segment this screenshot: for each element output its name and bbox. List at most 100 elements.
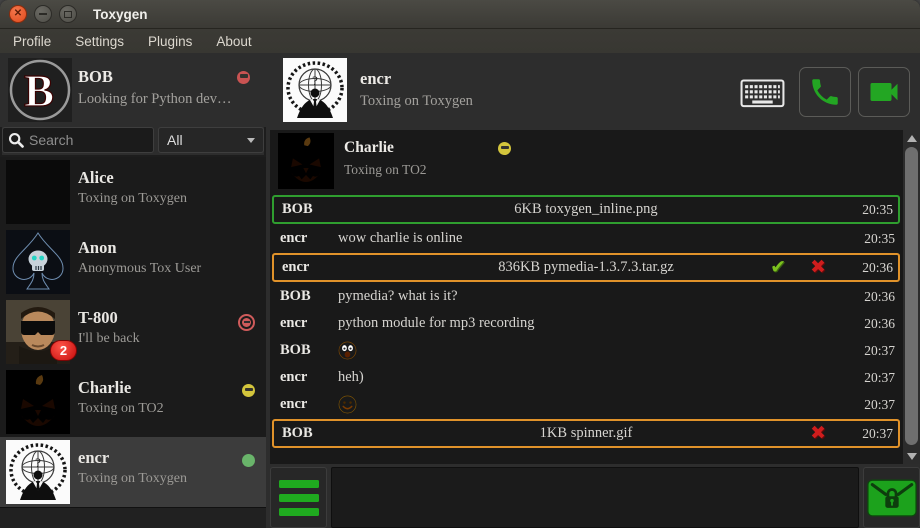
conversation-peer-avatar — [278, 133, 334, 189]
chat-message: encr wow charlie is online 20:35 — [272, 225, 900, 252]
chat-message: encr 20:37 — [272, 391, 900, 418]
unread-count-badge: 2 — [50, 340, 77, 361]
message-time: 20:37 — [852, 343, 900, 359]
self-name: BOB — [78, 67, 113, 87]
svg-text:A: A — [15, 160, 61, 224]
peer-status-message: Toxing on Toxygen — [360, 93, 473, 110]
search-box[interactable] — [2, 127, 154, 153]
keyboard-icon[interactable] — [740, 79, 785, 107]
self-avatar[interactable]: B — [8, 58, 72, 122]
menu-profile[interactable]: Profile — [13, 34, 51, 49]
contact-avatar: A — [6, 160, 70, 224]
file-transfer-message: BOB 1KB spinner.gif ✖ 20:37 — [272, 419, 900, 448]
message-text: heh) — [338, 369, 852, 386]
conversation-peer-status-icon — [498, 142, 511, 155]
composer — [270, 467, 920, 528]
chat-message: BOB 20:37 — [272, 337, 900, 364]
message-sender: BOB — [272, 342, 338, 359]
contact-avatar — [6, 370, 70, 434]
scroll-down-arrow[interactable] — [903, 449, 920, 463]
message-input[interactable] — [331, 467, 859, 528]
contact-status-message: Anonymous Tox User — [78, 261, 201, 277]
message-time: 20:37 — [850, 426, 898, 442]
contact-avatar: ? — [6, 440, 70, 504]
emoji-scared-face — [338, 341, 852, 360]
contact-list-item-t-800[interactable]: T-800 I'll be back 2 — [0, 297, 266, 367]
contact-name: encr — [78, 448, 109, 468]
search-input[interactable] — [29, 132, 148, 148]
encrypted-send-icon — [867, 479, 917, 517]
minimize-button[interactable] — [34, 5, 52, 23]
accept-file-button[interactable]: ✔ — [770, 258, 786, 277]
contact-name: Anon — [78, 238, 117, 258]
message-list: BOB 6KB toxygen_inline.png 20:35 encr wo… — [272, 194, 900, 449]
sidebar-bottom — [0, 507, 266, 528]
contact-status-icon — [238, 314, 255, 331]
maximize-button[interactable] — [59, 5, 77, 23]
message-time: 20:35 — [850, 202, 898, 218]
chat-scrollbar[interactable] — [903, 130, 920, 464]
menu-settings[interactable]: Settings — [75, 34, 124, 49]
self-status-busy-icon[interactable] — [237, 71, 250, 84]
message-sender: BOB — [274, 425, 340, 442]
decline-file-button[interactable]: ✖ — [810, 258, 826, 277]
svg-text:?: ? — [312, 73, 318, 88]
file-transfer-message: encr 836KB pymedia-1.3.7.3.tar.gz ✔ ✖ 20:… — [272, 253, 900, 282]
emoji-smiling-face — [338, 395, 852, 414]
contact-status-message: Toxing on Toxygen — [78, 191, 187, 207]
video-camera-icon — [866, 74, 902, 110]
window-title: Toxygen — [93, 7, 148, 22]
video-call-button[interactable] — [858, 67, 910, 117]
contact-list: A Alice Toxing on Toxygen Anon Anonymous… — [0, 157, 266, 507]
message-time: 20:36 — [852, 316, 900, 332]
message-text: python module for mp3 recording — [338, 315, 852, 332]
contact-list-item-anon[interactable]: Anon Anonymous Tox User — [0, 227, 266, 297]
chat-area: Charlie Toxing on TO2 BOB 6KB toxygen_in… — [270, 130, 920, 464]
message-sender: encr — [272, 230, 338, 247]
menu-plugins[interactable]: Plugins — [148, 34, 192, 49]
conversation-peer-banner: Charlie Toxing on TO2 — [270, 130, 900, 192]
message-time: 20:36 — [850, 260, 898, 276]
contact-status-icon — [242, 454, 255, 467]
hamburger-icon — [279, 480, 319, 516]
contact-list-item-alice[interactable]: A Alice Toxing on Toxygen — [0, 157, 266, 227]
self-status-message: Looking for Python dev… — [78, 91, 263, 108]
menu-about[interactable]: About — [216, 34, 251, 49]
conversation-peer-status-message: Toxing on TO2 — [344, 162, 427, 178]
chevron-down-icon — [247, 138, 255, 143]
contact-name: T-800 — [78, 308, 118, 328]
menu-button[interactable] — [270, 467, 327, 528]
titlebar: ✕ Toxygen — [0, 0, 920, 29]
message-sender: encr — [272, 396, 338, 413]
audio-call-button[interactable] — [799, 67, 851, 117]
phone-icon — [808, 75, 842, 109]
scrollbar-thumb[interactable] — [905, 147, 918, 445]
file-name: 836KB pymedia-1.3.7.3.tar.gz — [498, 259, 674, 276]
file-name: 1KB spinner.gif — [540, 425, 633, 442]
message-time: 20:35 — [852, 231, 900, 247]
message-time: 20:37 — [852, 397, 900, 413]
svg-text:B: B — [24, 66, 54, 116]
file-name: 6KB toxygen_inline.png — [514, 201, 657, 218]
svg-text:?: ? — [35, 455, 41, 470]
message-sender: BOB — [274, 201, 340, 218]
decline-file-button[interactable]: ✖ — [810, 424, 826, 443]
contact-filter-dropdown[interactable]: All — [158, 127, 264, 153]
close-button[interactable]: ✕ — [9, 5, 27, 23]
sidebar: All A Alice Toxing on Toxygen Anon Anony… — [0, 127, 266, 528]
scroll-up-arrow[interactable] — [903, 131, 920, 145]
message-sender: encr — [274, 259, 340, 276]
contact-filter-value: All — [167, 132, 183, 148]
message-time: 20:37 — [852, 370, 900, 386]
chat-message: encr heh) 20:37 — [272, 364, 900, 391]
file-transfer-message: BOB 6KB toxygen_inline.png 20:35 — [272, 195, 900, 224]
message-sender: BOB — [272, 288, 338, 305]
contact-list-item-charlie[interactable]: Charlie Toxing on TO2 — [0, 367, 266, 437]
message-text: pymedia? what is it? — [338, 288, 852, 305]
contact-name: Alice — [78, 168, 114, 188]
contact-list-item-encr[interactable]: ? encr Toxing on Toxygen — [0, 437, 266, 507]
peer-avatar: ? — [283, 58, 347, 122]
contact-status-message: Toxing on TO2 — [78, 401, 164, 417]
message-sender: encr — [272, 369, 338, 386]
send-button[interactable] — [863, 467, 920, 528]
